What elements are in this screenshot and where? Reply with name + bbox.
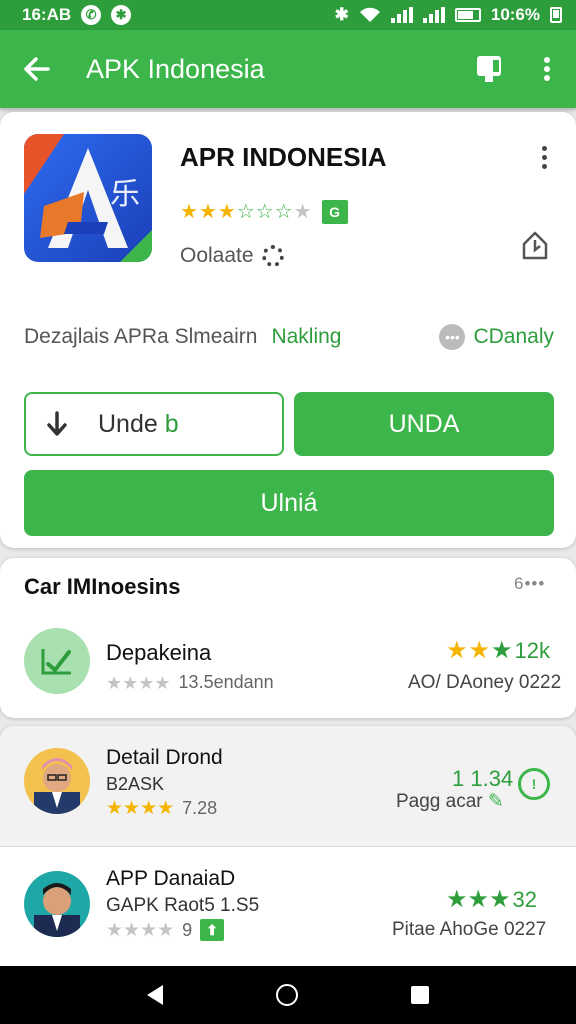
status-right: ✱ 10:6% <box>335 5 562 25</box>
check-chart-icon <box>24 628 90 694</box>
avatar <box>24 871 90 937</box>
row3-sub: ★★★★ 9 ⬆ <box>106 919 225 941</box>
status-left: 16:AB ✆ ✱ <box>22 5 132 25</box>
row1-sub-text: 13.5endann <box>178 672 274 692</box>
edit-icon[interactable]: ✎ <box>488 791 504 812</box>
battery-icon <box>454 8 481 22</box>
status-time: 16:AB <box>22 5 72 24</box>
app-icon[interactable]: 乐 <box>24 134 152 262</box>
tab-details[interactable]: Dezajlais APRa Slmeairn <box>24 325 257 349</box>
row1-title[interactable]: Depakeina <box>106 640 211 666</box>
row1-sub: ★★★★ 13.5endann <box>106 672 274 693</box>
star-outline-icon: ☆ <box>236 201 255 223</box>
tab-ranking[interactable]: Nakling <box>271 325 341 349</box>
loading-icon <box>261 245 284 267</box>
status-bar: 16:AB ✆ ✱ ✱ 10:6% <box>0 0 576 30</box>
row1-stars: ★★★★ <box>106 672 171 693</box>
app-bar-title: APK Indonesia <box>86 53 265 84</box>
rating-stars: ★ ★ ★ ☆ ☆ ☆ ★ <box>180 202 312 222</box>
download-label-main: Unde <box>98 409 158 438</box>
app-rating-row: ★ ★ ★ ☆ ☆ ☆ ★ G <box>180 200 348 224</box>
row1-right-stars: ★ ★ ★ <box>446 637 513 664</box>
section-more-button[interactable]: 6••• <box>514 574 545 594</box>
section-title: Car IMInoesins <box>24 574 181 599</box>
star-icon: ★ <box>198 201 217 223</box>
row3-right-top: ★★★ 32 <box>446 887 537 913</box>
system-nav-bar <box>0 966 576 1024</box>
signal-2-icon <box>422 7 445 23</box>
row2-title: Detail Drond <box>106 746 223 769</box>
ulnia-button[interactable]: Ulniá <box>24 470 554 536</box>
battery-percent: 10:6% <box>490 5 540 24</box>
nav-home-icon[interactable] <box>275 984 298 1006</box>
row3-stars: ★★★★ <box>106 919 175 941</box>
wifi-icon <box>359 7 380 22</box>
app-bar: APK Indonesia <box>0 30 576 108</box>
download-button-label: Unde b <box>98 410 179 439</box>
timer-icon[interactable]: ! <box>518 768 550 800</box>
star-icon: ★ <box>217 201 236 223</box>
rating-badge: G <box>321 200 348 224</box>
share-icon[interactable] <box>520 230 550 265</box>
row1-right-top: ★ ★ ★ 12k <box>446 638 550 664</box>
star-icon: ★ <box>180 201 198 223</box>
unda-button[interactable]: UNDA <box>294 392 554 456</box>
row3-right-bottom: Pitae AhoGe 0227 <box>392 919 547 940</box>
download-button[interactable]: Unde b <box>24 392 284 456</box>
update-row[interactable]: Oolaate <box>180 244 284 268</box>
nav-recents-icon[interactable] <box>411 986 430 1004</box>
list-item[interactable]: APP DanaiaD GAPK Raot5 1.S5 ★★★★ 9 ⬆ ★★★… <box>0 846 576 966</box>
row2-line2: B2ASK <box>106 774 165 794</box>
section-card: Car IMInoesins 6••• Depakeina ★★★★ 13.5e… <box>0 558 576 718</box>
row3-sub-text: 9 <box>182 919 193 940</box>
cast-icon[interactable] <box>460 30 518 108</box>
more-vert-icon[interactable] <box>518 30 576 108</box>
notification-icon: ✱ <box>111 5 132 25</box>
bluetooth-icon: ✱ <box>334 5 349 24</box>
battery-small-icon <box>550 7 562 23</box>
row3-badge-icon: ⬆ <box>200 919 225 941</box>
chat-icon: ••• <box>439 324 466 350</box>
info-tabs: Dezajlais APRa Slmeairn Nakling ••• CDan… <box>24 324 554 350</box>
download-arrow-icon <box>47 411 67 436</box>
star-outline-icon: ★ <box>293 201 312 223</box>
tab-community-label: CDanaly <box>473 325 554 348</box>
app-title: APR INDONESIA <box>180 142 387 172</box>
row3-line2: GAPK Raot5 1.S5 <box>106 895 260 916</box>
star-outline-icon: ☆ <box>274 201 293 223</box>
back-arrow-icon[interactable] <box>0 30 74 108</box>
nav-back-icon[interactable] <box>146 985 163 1005</box>
update-label: Oolaate <box>180 244 254 267</box>
list-item[interactable]: Detail Drond B2ASK ★★★★ 7.28 1 1.34 ! Pa… <box>0 726 576 846</box>
row2-right-top: 1 1.34 <box>452 766 514 791</box>
row3-right-stars: ★★★ <box>446 886 511 913</box>
signal-icon <box>390 7 413 23</box>
tab-community[interactable]: ••• CDanaly <box>439 324 554 350</box>
download-label-suffix: b <box>164 409 179 438</box>
app-detail-card: 乐 APR INDONESIA ★ ★ ★ ☆ ☆ ☆ ★ G Oolaate … <box>0 112 576 548</box>
row2-sub-text: 7.28 <box>182 798 218 818</box>
row2-right-bottom: Pagg acar ✎ <box>396 790 504 813</box>
row1-right-bottom: AO/ DAoney 0222 <box>408 672 562 693</box>
row2-right-bottom-text: Pagg acar <box>396 791 483 812</box>
app-more-icon[interactable] <box>532 142 556 172</box>
svg-text:乐: 乐 <box>110 177 140 212</box>
row2-stars: ★★★★ <box>106 798 175 819</box>
row2-sub: ★★★★ 7.28 <box>106 798 217 819</box>
row1-right-value: 12k <box>514 638 551 663</box>
star-outline-icon: ☆ <box>255 201 274 223</box>
whatsapp-icon: ✆ <box>81 5 102 25</box>
row3-right-value: 32 <box>512 887 538 912</box>
avatar <box>24 748 90 814</box>
row3-title: APP DanaiaD <box>106 867 236 890</box>
